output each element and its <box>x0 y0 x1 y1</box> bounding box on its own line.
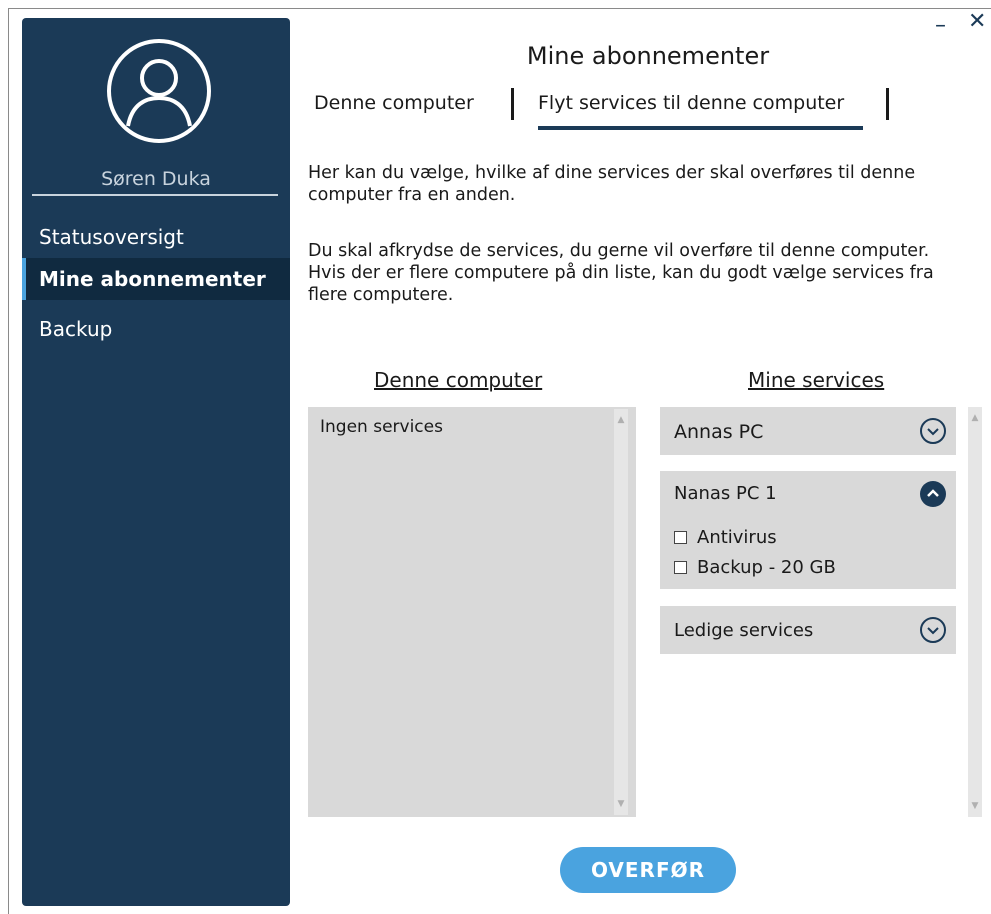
service-label: Backup - 20 GB <box>697 557 836 578</box>
sidebar: Søren Duka Statusoversigt Mine abonnemen… <box>22 18 290 906</box>
chevron-down-circle-icon[interactable] <box>920 418 946 444</box>
active-tab-indicator <box>538 126 863 130</box>
tab-separator <box>511 88 514 120</box>
card-title: Nanas PC 1 <box>674 483 777 504</box>
user-avatar-icon[interactable] <box>106 38 212 144</box>
scroll-down-icon[interactable]: ▼ <box>968 801 982 811</box>
intro-paragraph-2: Du skal afkrydse de services, du gerne v… <box>308 241 934 305</box>
tab-denne-computer[interactable]: Denne computer <box>314 92 474 114</box>
tab-flyt-services[interactable]: Flyt services til denne computer <box>538 92 844 114</box>
left-column-heading: Denne computer <box>374 368 543 392</box>
right-list-scrollbar[interactable]: ▲ ▼ <box>968 407 982 817</box>
sidebar-item-backup[interactable]: Backup <box>22 308 290 350</box>
computer-card-ledige-services[interactable]: Ledige services <box>660 606 956 654</box>
chevron-up-circle-icon[interactable] <box>920 481 946 507</box>
checkbox[interactable] <box>674 561 687 574</box>
transfer-button[interactable]: OVERFØR <box>560 847 736 893</box>
page-title: Mine abonnementer <box>526 42 770 70</box>
minimize-button[interactable]: – <box>935 14 946 38</box>
sidebar-item-statusoversigt[interactable]: Statusoversigt <box>22 216 290 258</box>
scroll-up-icon[interactable]: ▲ <box>614 415 628 425</box>
computer-card-annas-pc[interactable]: Annas PC <box>660 407 956 455</box>
empty-list-text: Ingen services <box>320 417 443 437</box>
sidebar-item-mine-abonnementer[interactable]: Mine abonnementer <box>22 258 290 300</box>
intro-paragraph-1: Her kan du vælge, hvilke af dine service… <box>308 163 916 205</box>
service-checkbox-antivirus[interactable]: Antivirus <box>674 527 777 548</box>
card-title: Ledige services <box>674 620 814 641</box>
service-checkbox-backup[interactable]: Backup - 20 GB <box>674 557 836 578</box>
checkbox[interactable] <box>674 531 687 544</box>
card-title: Annas PC <box>674 421 764 443</box>
this-computer-services-list: Ingen services <box>308 407 636 817</box>
close-button[interactable]: ✕ <box>968 10 986 34</box>
left-list-scrollbar[interactable]: ▲ ▼ <box>614 409 628 815</box>
right-column-heading: Mine services <box>748 368 885 392</box>
user-divider <box>32 194 278 196</box>
chevron-down-circle-icon[interactable] <box>920 617 946 643</box>
scroll-down-icon[interactable]: ▼ <box>614 799 628 809</box>
scroll-up-icon[interactable]: ▲ <box>968 413 982 423</box>
computer-card-nanas-pc-1[interactable]: Nanas PC 1 Antivirus Backup - 20 GB <box>660 471 956 589</box>
tab-separator <box>886 88 889 120</box>
service-label: Antivirus <box>697 527 777 548</box>
user-name: Søren Duka <box>101 168 211 190</box>
